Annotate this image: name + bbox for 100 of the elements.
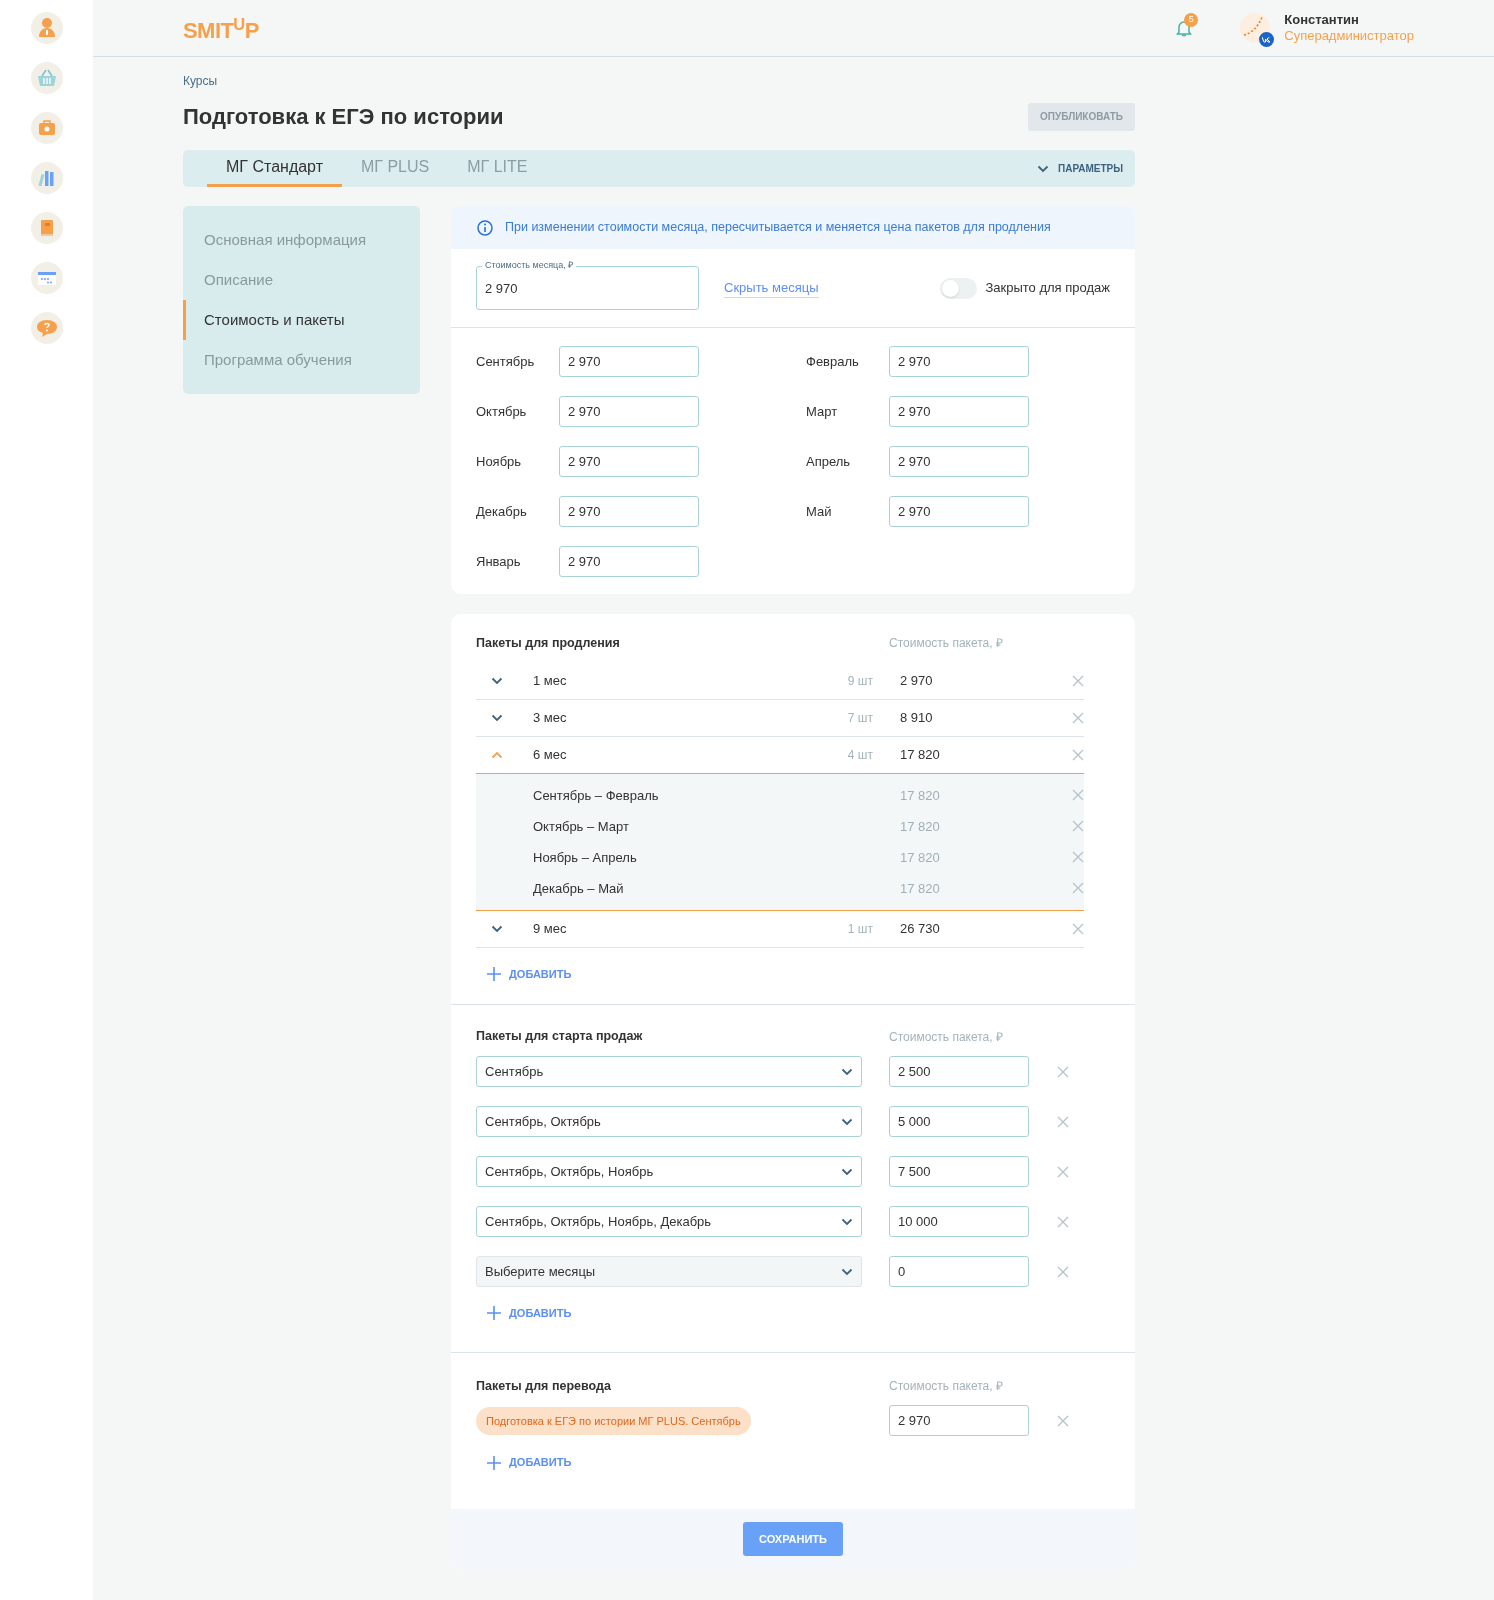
month-label: Апрель [806,452,852,471]
user-name: Константин [1284,12,1360,28]
chevron-down-icon[interactable] [491,676,503,685]
chevron-down-icon[interactable] [841,1217,853,1226]
package-price-field[interactable]: 2 500 [889,1056,1029,1087]
package-price-field[interactable]: 7 500 [889,1156,1029,1187]
course-tag: Подготовка к ЕГЭ по истории МГ PLUS. Сентябрь [476,1406,751,1435]
month-price-field[interactable]: 2 970 [889,496,1029,527]
month-select[interactable]: Сентябрь, Октябрь, Ноябрь, Декабрь [476,1206,862,1237]
month-label: Март [806,402,839,421]
section-title: Пакеты для продления [476,635,621,652]
month-select[interactable]: Сентябрь [476,1056,862,1087]
month-label: Май [806,502,833,521]
period-label: Ноябрь – Апрель [532,848,638,867]
month-label: Октябрь [476,402,528,421]
close-icon[interactable] [1057,1414,1069,1427]
package-count: 4 шт [847,746,873,764]
package-price: 2 970 [900,672,934,690]
package-price: 8 910 [900,709,934,727]
close-icon[interactable] [1072,674,1084,687]
person-icon[interactable] [30,12,63,44]
package-name: 1 мес [533,672,568,690]
period-price: 17 820 [900,786,941,805]
chevron-down-icon[interactable] [841,1117,853,1126]
package-price: 17 820 [900,746,941,764]
month-select[interactable]: Сентябрь, Октябрь, Ноябрь [476,1156,862,1187]
vk-badge-icon [1259,32,1275,47]
chevron-down-icon[interactable] [491,924,503,933]
toggle-switch[interactable] [940,277,978,299]
close-icon[interactable] [1057,1165,1069,1178]
month-price-field[interactable]: 2 970 [559,346,699,377]
notification-badge: 5 [1184,13,1199,27]
briefcase-icon[interactable] [30,112,63,144]
chevron-down-icon[interactable] [841,1067,853,1076]
close-icon[interactable] [1057,1265,1069,1278]
period-label: Сентябрь – Февраль [532,786,660,805]
info-text: При изменении стоимости месяца, пересчитывается и меняется цена пакетов для продления [505,219,1051,237]
period-label: Декабрь – Май [532,879,625,898]
parameters-button[interactable]: ПАРАМЕТРЫ [1037,150,1123,187]
calendar-icon[interactable] [30,262,63,294]
month-price-field[interactable]: 2 970 [559,546,699,577]
question-bubble-icon[interactable] [30,312,63,344]
column-header: Стоимость пакета, ₽ [889,635,1003,653]
month-select[interactable]: Выберите месяцы [476,1256,862,1287]
close-icon[interactable] [1072,882,1084,895]
package-name: 3 мес [533,709,568,727]
chevron-up-icon[interactable] [491,750,503,759]
plus-icon [487,1455,501,1470]
close-icon[interactable] [1072,820,1084,833]
package-price-field[interactable]: 5 000 [889,1106,1029,1137]
package-count: 7 шт [847,709,873,727]
period-price: 17 820 [900,817,941,836]
month-label: Сентябрь [476,352,536,371]
month-price-field[interactable]: 2 970 [889,346,1029,377]
close-icon[interactable] [1057,1115,1069,1128]
chevron-down-icon[interactable] [841,1267,853,1276]
month-price-field[interactable]: 2 970 [889,396,1029,427]
close-icon[interactable] [1072,851,1084,864]
period-price: 17 820 [900,879,941,898]
period-label: Октябрь – Март [532,817,630,836]
toggle-label: Закрыто для продаж [985,279,1110,298]
package-price-field[interactable]: 0 [889,1256,1029,1287]
column-header: Стоимость пакета, ₽ [889,1028,1003,1046]
breadcrumb-link[interactable]: Курсы [183,72,1135,90]
package-count: 9 шт [847,672,873,690]
menu-item[interactable]: Стоимость и пакеты [183,300,420,340]
books-icon[interactable] [30,162,63,194]
info-icon [477,219,493,236]
close-icon[interactable] [1072,922,1084,935]
chevron-down-icon[interactable] [841,1167,853,1176]
close-icon[interactable] [1072,711,1084,724]
close-icon[interactable] [1072,748,1084,761]
month-label: Январь [476,552,522,571]
month-label: Декабрь [476,502,528,521]
package-price: 26 730 [900,920,941,938]
month-price-field[interactable]: 2 970 [559,396,699,427]
month-price-field[interactable]: 2 970 [889,446,1029,477]
field-label: Стоимость месяца, ₽ [482,260,577,271]
plus-icon [487,967,501,981]
user-role: Суперадминистратор [1284,28,1414,44]
package-price-field[interactable]: 2 970 [889,1405,1029,1437]
close-icon[interactable] [1057,1065,1069,1078]
package-price-field[interactable]: 10 000 [889,1206,1029,1237]
book-icon[interactable] [30,212,63,244]
month-label: Ноябрь [476,452,523,471]
close-icon[interactable] [1057,1215,1069,1228]
package-name: 9 мес [533,920,568,938]
basket-icon[interactable] [30,62,63,94]
package-name: 6 мес [533,746,568,764]
month-price-field[interactable]: 2 970 [559,496,699,527]
column-header: Стоимость пакета, ₽ [889,1377,1003,1395]
month-select[interactable]: Сентябрь, Октябрь [476,1106,862,1137]
period-price: 17 820 [900,848,941,867]
chevron-down-icon[interactable] [1037,164,1049,173]
close-icon[interactable] [1072,789,1084,802]
section-title: Пакеты для перевода [476,1377,612,1395]
month-price-field[interactable]: 2 970 [559,446,699,477]
tab[interactable]: МГ Стандарт [207,150,342,187]
chevron-down-icon[interactable] [491,713,503,722]
package-count: 1 шт [847,920,873,938]
